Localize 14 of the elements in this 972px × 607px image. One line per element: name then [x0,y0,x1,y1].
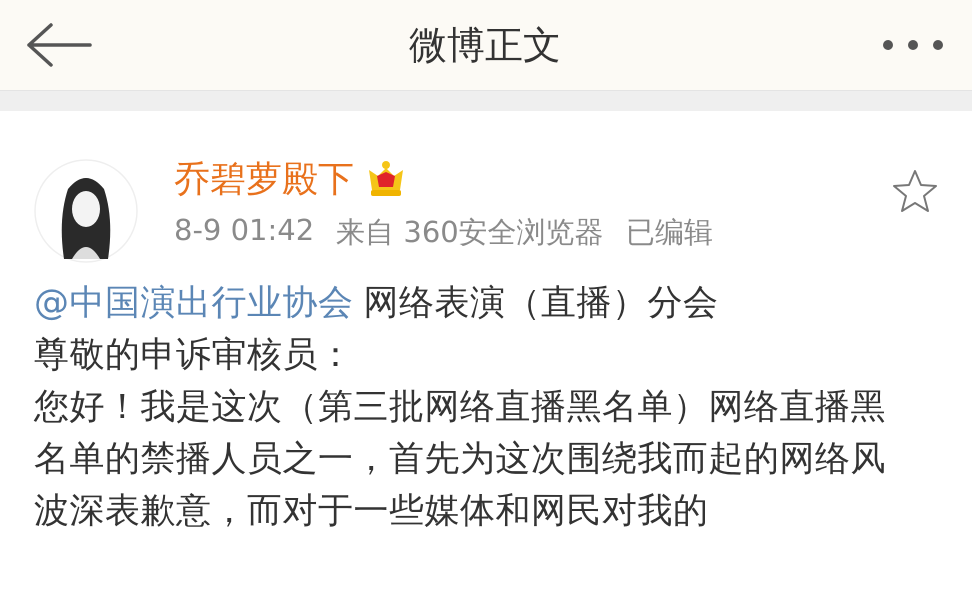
post-text: 尊敬的申诉审核员： [34,334,354,377]
avatar[interactable] [34,159,138,263]
mention-link[interactable]: @中国演出行业协会 [34,283,354,323]
favorite-star-icon[interactable] [892,169,938,213]
page-title: 微博正文 [408,22,562,68]
post-text: @中国演出行业协会 网络表演（直播）分会 [34,282,720,325]
post-time: 8-9 01:42 [174,213,314,249]
post-text: 您好！我是这次（第三批网络直播黑名单）网络直播黑名单的禁播人员之一，首先为这次围绕我而起的网络风波深表歉意，而对于一些媒体和网民对我的 [34,386,887,533]
post-source: 来自 360安全浏览器 [336,214,604,251]
crown-badge-icon [366,160,406,198]
edited-label: 已编辑 [626,214,713,251]
more-icon[interactable] [882,39,944,51]
author-name[interactable]: 乔碧萝殿下 [174,154,354,204]
back-arrow-icon[interactable] [26,23,92,67]
